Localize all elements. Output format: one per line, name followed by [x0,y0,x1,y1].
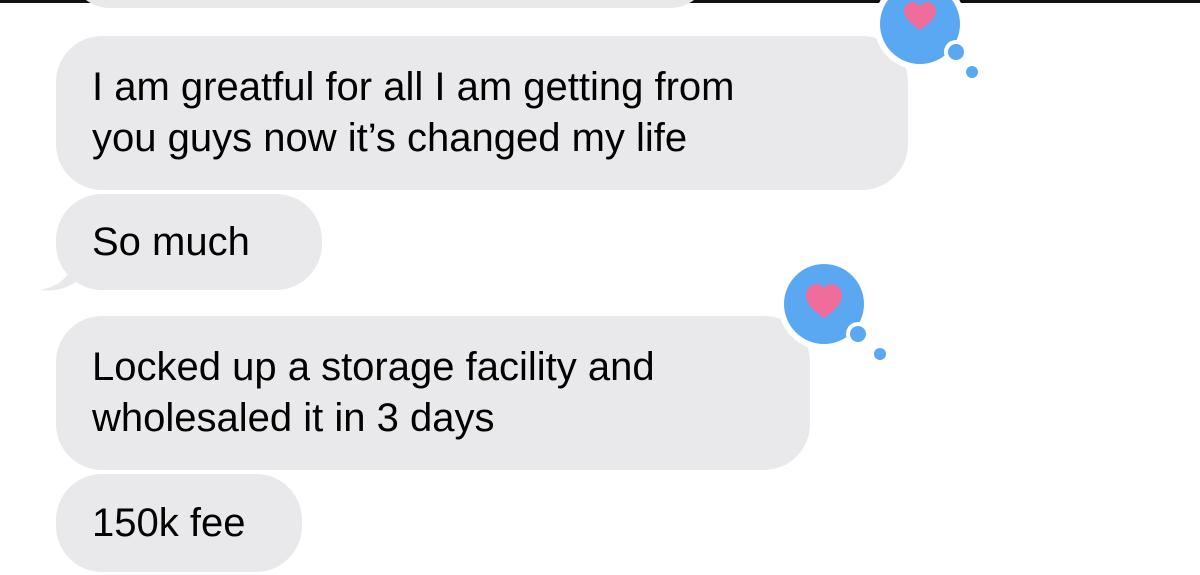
message-text-line: So much [92,219,250,264]
message-text-line: you guys now it’s changed my life [92,116,688,160]
message-text-line: wholesaled it in 3 days [92,396,495,440]
message-bubble-gratitude[interactable]: I am greatful for all I am getting from … [56,36,908,190]
heart-tapback[interactable] [868,0,988,80]
previous-message-bubble[interactable] [70,0,710,8]
message-text-line: I am greatful for all I am getting from [92,65,735,109]
message-text-line: 150k fee [92,500,246,545]
bubble-tail-icon [40,258,78,291]
message-bubble-storage-facility[interactable]: Locked up a storage facility and wholesa… [56,316,810,470]
message-bubble-so-much[interactable]: So much [56,194,322,290]
heart-tapback[interactable] [774,262,894,368]
message-bubble-fee[interactable]: 150k fee [56,474,302,572]
message-text-line: Locked up a storage facility and [92,345,655,389]
